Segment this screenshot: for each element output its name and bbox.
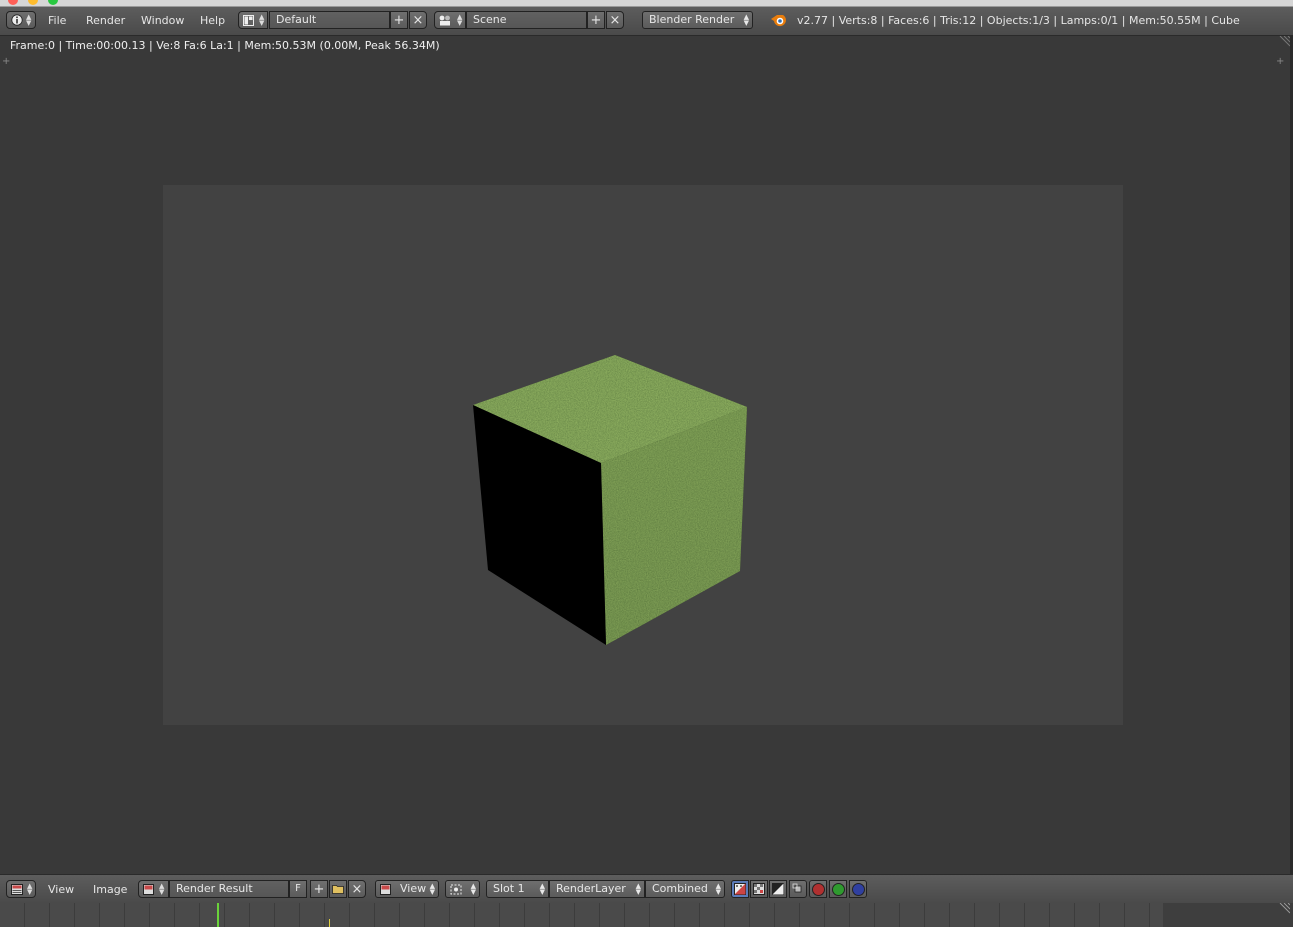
chevron-updown-icon: ▲ ▼ [635,882,641,896]
scene-icon [439,15,450,26]
draw-color-alpha-button[interactable] [731,880,749,898]
checker-icon [753,883,765,895]
render-engine-label: Blender Render [649,13,735,26]
blue-channel-icon [851,882,865,896]
render-info-bar: Frame:0 | Time:00:00.13 | Ve:8 Fa:6 La:1… [0,36,1290,56]
zbuffer-icon [792,883,802,893]
delete-scene-button[interactable]: × [606,11,624,29]
layout-browse-button[interactable]: ▲ ▼ [238,11,268,29]
chevron-updown-icon: ▲ ▼ [457,13,463,27]
chevron-updown-icon: ▲ ▼ [27,882,33,896]
pivot-icon [450,884,462,895]
area-split-handle-right[interactable]: + [1276,56,1284,67]
new-image-button[interactable]: + [310,880,328,898]
rendered-cube-image [473,355,747,645]
screen-layout-icon [243,15,254,26]
render-pass-select[interactable]: Combined ▲ ▼ [645,880,725,898]
window-title-strip [0,0,1293,7]
delete-layout-button[interactable]: × [409,11,427,29]
current-frame-marker[interactable] [217,903,219,927]
chevron-updown-icon: ▲ ▼ [26,13,32,27]
close-icon: × [412,12,424,28]
area-corner-grip-icon[interactable] [1276,36,1290,48]
scene-name-field[interactable]: Scene [466,11,587,29]
draw-alpha-button[interactable] [769,880,787,898]
chevron-updown-icon: ▲ ▼ [539,882,545,896]
chevron-updown-icon: ▲ ▼ [159,882,165,896]
blender-logo-icon [771,15,786,27]
chevron-updown-icon: ▲ ▼ [743,13,749,27]
render-layer-select[interactable]: RenderLayer ▲ ▼ [549,880,645,898]
render-layer-label: RenderLayer [556,882,626,895]
pivot-select[interactable]: ▲ ▼ [445,880,480,898]
fake-user-button[interactable]: F [289,880,307,898]
draw-zbuffer-button[interactable] [789,880,807,898]
menu-view[interactable]: View [48,883,74,896]
render-engine-select[interactable]: Blender Render ▲ ▼ [642,11,753,29]
add-layout-button[interactable]: + [390,11,408,29]
view-mode-select[interactable]: View ▲ ▼ [375,880,439,898]
info-header: ▲ ▼ File Render Window Help ▲ ▼ Default + … [0,7,1293,36]
plus-icon: + [393,12,405,28]
close-icon: × [609,12,621,28]
area-corner-grip-icon[interactable] [1276,903,1290,915]
timeline-out-of-range [1163,903,1293,927]
timeline-strip[interactable] [0,903,1293,927]
chevron-updown-icon: ▲ ▼ [429,882,435,896]
scene-browse-button[interactable]: ▲ ▼ [434,11,466,29]
area-split-handle-left[interactable]: + [2,56,10,67]
render-info-text: Frame:0 | Time:00:00.13 | Ve:8 Fa:6 La:1… [10,39,440,52]
image-editor-header: ▲ ▼ View Image ▲ ▼ Render Result F + × Vie… [0,874,1293,903]
scene-stats: v2.77 | Verts:8 | Faces:6 | Tris:12 | Ob… [797,14,1240,27]
image-name-field[interactable]: Render Result [169,880,289,898]
channel-green-button[interactable] [829,880,847,898]
open-image-button[interactable] [329,880,347,898]
color-alpha-icon [734,883,746,895]
render-result-canvas [163,185,1123,725]
view-mode-label: View [400,882,427,895]
keyframe-marker [329,919,330,927]
menu-help[interactable]: Help [200,14,225,27]
unlink-image-button[interactable]: × [348,880,366,898]
image-editor-icon [11,884,23,895]
draw-color-button[interactable] [750,880,768,898]
plus-icon: + [313,881,325,897]
slot-select[interactable]: Slot 1 ▲ ▼ [486,880,549,898]
add-scene-button[interactable]: + [587,11,605,29]
channel-blue-button[interactable] [849,880,867,898]
folder-icon [332,885,344,894]
chevron-updown-icon: ▲ ▼ [715,882,721,896]
menu-image[interactable]: Image [93,883,127,896]
slot-label: Slot 1 [493,882,525,895]
close-icon: × [351,881,363,897]
image-browse-button[interactable]: ▲ ▼ [138,880,169,898]
chevron-updown-icon: ▲ ▼ [470,882,476,896]
menu-file[interactable]: File [48,14,66,27]
channel-red-button[interactable] [809,880,827,898]
alpha-icon [772,883,784,895]
image-browse-icon [143,884,154,895]
image-view-icon [380,884,391,895]
editor-type-selector-bottom[interactable]: ▲ ▼ [6,880,36,898]
plus-icon: + [590,12,602,28]
info-icon [11,14,23,26]
editor-type-selector[interactable]: ▲ ▼ [6,11,36,29]
menu-render[interactable]: Render [86,14,125,27]
menu-window[interactable]: Window [141,14,184,27]
red-channel-icon [811,882,825,896]
green-channel-icon [831,882,845,896]
layout-name-field[interactable]: Default [269,11,390,29]
render-pass-label: Combined [652,882,708,895]
chevron-updown-icon: ▲ ▼ [259,13,265,27]
